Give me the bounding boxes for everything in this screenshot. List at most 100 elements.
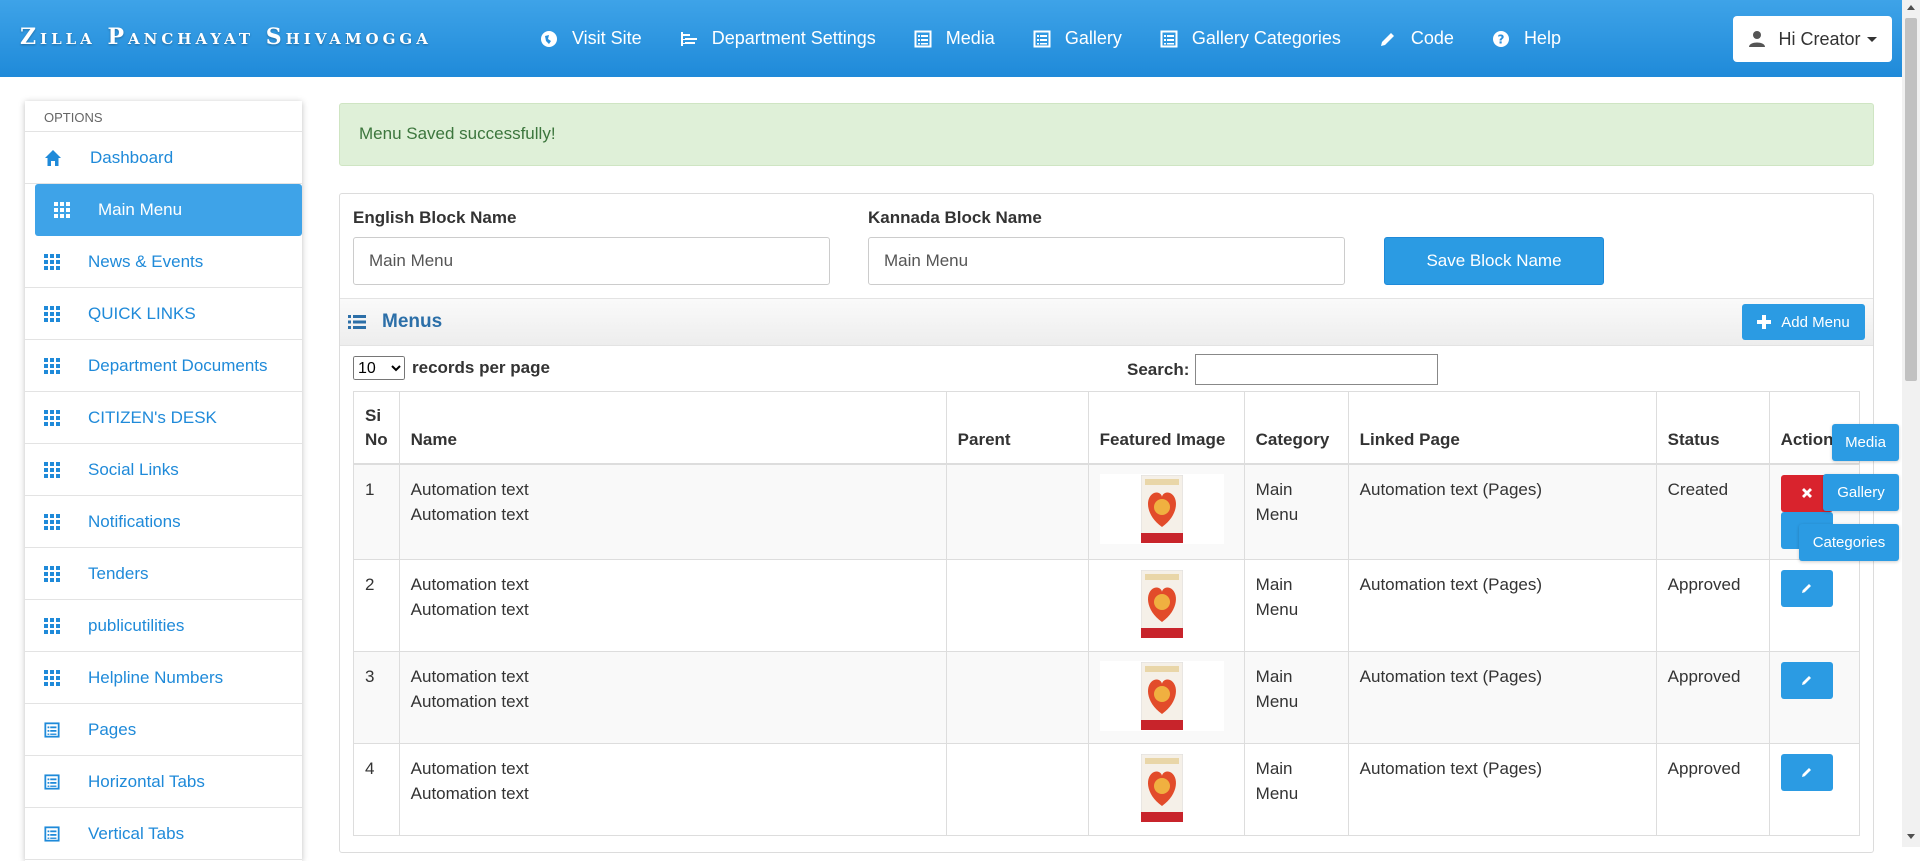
name-line: Automation text	[410, 504, 529, 524]
sidebar-item-label: Department Documents	[88, 355, 268, 375]
question-icon: ?	[1492, 30, 1509, 47]
category-line: Main	[1255, 758, 1293, 778]
sidebar-item-social-links[interactable]: Social Links	[25, 444, 302, 496]
grid-icon	[44, 409, 74, 426]
nav-gallery-categories[interactable]: Gallery Categories	[1160, 28, 1341, 49]
home-icon	[44, 149, 76, 167]
cell-parent	[945, 463, 1089, 560]
cell-category: Main Menu	[1243, 742, 1349, 836]
cell-name: Automation text Automation text	[398, 463, 947, 560]
nav-media[interactable]: Media	[914, 28, 995, 49]
scroll-down-arrow-icon[interactable]	[1907, 834, 1915, 839]
english-block-input[interactable]	[353, 237, 830, 285]
si-no: 3	[365, 666, 375, 686]
svg-text:?: ?	[1497, 32, 1504, 46]
sidebar-item-label: Main Menu	[98, 200, 183, 219]
col-status[interactable]: Status	[1655, 391, 1770, 465]
featured-image-thumbnail[interactable]	[1099, 568, 1224, 639]
edit-button[interactable]	[1780, 661, 1833, 699]
col-parent[interactable]: Parent	[945, 391, 1089, 465]
search-input[interactable]	[1195, 354, 1439, 385]
table-search: Search:	[1127, 354, 1439, 385]
list-alt-icon	[1033, 30, 1051, 47]
pencil-icon	[1801, 668, 1813, 693]
grid-icon	[44, 305, 74, 322]
scroll-thumb[interactable]	[1905, 18, 1917, 381]
category-line: Menu	[1255, 783, 1299, 803]
records-per-page-select[interactable]: 10	[353, 356, 405, 380]
grid-icon	[44, 617, 74, 634]
records-per-page: 10 records per page	[353, 356, 550, 380]
floating-categories-label: Categories	[1812, 534, 1886, 551]
sidebar-item-vertical-tabs[interactable]: Vertical Tabs	[25, 808, 302, 860]
floating-categories-button[interactable]: Categories	[1799, 524, 1899, 561]
col-name[interactable]: Name	[398, 391, 947, 465]
sidebar-item-publicutilities[interactable]: publicutilities	[25, 600, 302, 652]
nav-label: Code	[1410, 28, 1454, 48]
nav-help[interactable]: ? Help	[1492, 28, 1561, 49]
cell-name: Automation text Automation text	[398, 558, 947, 652]
records-label: records per page	[412, 358, 550, 377]
cell-action	[1768, 742, 1861, 836]
floating-media-button[interactable]: Media	[1832, 424, 1899, 461]
sidebar-item-tenders[interactable]: Tenders	[25, 548, 302, 600]
cell-category: Main Menu	[1243, 650, 1349, 744]
sidebar-item-dashboard[interactable]: Dashboard	[25, 132, 302, 184]
sidebar-item-label: Dashboard	[90, 147, 174, 167]
featured-image-thumbnail[interactable]	[1099, 752, 1224, 823]
edit-button[interactable]	[1780, 569, 1833, 607]
cell-linked-page: Automation text (Pages)	[1347, 558, 1657, 652]
category-line: Main	[1255, 666, 1293, 686]
category-line: Menu	[1255, 599, 1299, 619]
cell-parent	[945, 742, 1089, 836]
cell-si-no: 3	[353, 650, 400, 744]
sidebar-item-pages[interactable]: Pages	[25, 704, 302, 756]
col-linked-page[interactable]: Linked Page	[1347, 391, 1657, 465]
nav-visit-site[interactable]: Visit Site	[540, 28, 642, 49]
cell-name: Automation text Automation text	[398, 742, 947, 836]
si-no: 1	[365, 479, 375, 499]
list-alt-icon	[44, 825, 74, 842]
col-featured-image[interactable]: Featured Image	[1087, 391, 1245, 465]
nav-label: Media	[945, 28, 995, 48]
table-header-row: Si No Name Parent Featured Image Categor…	[353, 391, 1861, 465]
user-menu-button[interactable]: Hi Creator	[1733, 16, 1892, 62]
featured-image-thumbnail[interactable]	[1099, 473, 1224, 544]
cell-category: Main Menu	[1243, 558, 1349, 652]
success-alert: Menu Saved successfully!	[339, 103, 1874, 166]
floating-gallery-button[interactable]: Gallery	[1823, 474, 1899, 511]
col-si-no[interactable]: Si No	[353, 391, 400, 465]
sidebar-item-label: publicutilities	[88, 615, 185, 635]
kannada-block-input[interactable]	[868, 237, 1345, 285]
sidebar-item-label: Pages	[88, 719, 137, 739]
add-menu-button[interactable]: Add Menu	[1742, 304, 1865, 340]
scroll-up-arrow-icon[interactable]	[1907, 5, 1915, 10]
sidebar-item-citizen-s-desk[interactable]: CITIZEN's DESK	[25, 392, 302, 444]
cell-action	[1768, 650, 1861, 744]
sidebar-item-department-documents[interactable]: Department Documents	[25, 340, 302, 392]
sidebar-item-label: QUICK LINKS	[88, 303, 196, 323]
sidebar-item-helpline-numbers[interactable]: Helpline Numbers	[25, 652, 302, 704]
sidebar-item-main-menu[interactable]: Main Menu	[35, 184, 302, 236]
nav-label: Help	[1523, 28, 1561, 48]
sidebar-item-notifications[interactable]: Notifications	[25, 496, 302, 548]
nav-gallery[interactable]: Gallery	[1033, 28, 1122, 49]
site-brand[interactable]: Zilla Panchayat Shivamogga	[20, 24, 432, 50]
sidebar-item-horizontal-tabs[interactable]: Horizontal Tabs	[25, 756, 302, 808]
nav-code[interactable]: Code	[1379, 28, 1454, 49]
page-scrollbar[interactable]	[1902, 0, 1920, 847]
list-icon	[348, 315, 366, 329]
sidebar: OPTIONS Dashboard Main Menu News & Events Q…	[25, 101, 302, 861]
nav-department-settings[interactable]: Department Settings	[680, 28, 876, 49]
save-block-name-button[interactable]: Save Block Name	[1384, 237, 1604, 285]
sidebar-item-quick-links[interactable]: QUICK LINKS	[25, 288, 302, 340]
sidebar-item-label: Notifications	[88, 511, 181, 531]
grid-icon	[44, 357, 74, 374]
grid-icon	[44, 513, 74, 530]
sidebar-item-news-events[interactable]: News & Events	[25, 236, 302, 288]
featured-image-thumbnail[interactable]	[1099, 660, 1224, 731]
edit-button[interactable]	[1780, 753, 1833, 791]
linked-page: Automation text (Pages)	[1359, 758, 1543, 778]
col-category[interactable]: Category	[1243, 391, 1349, 465]
menus-title: Menus	[382, 311, 443, 332]
